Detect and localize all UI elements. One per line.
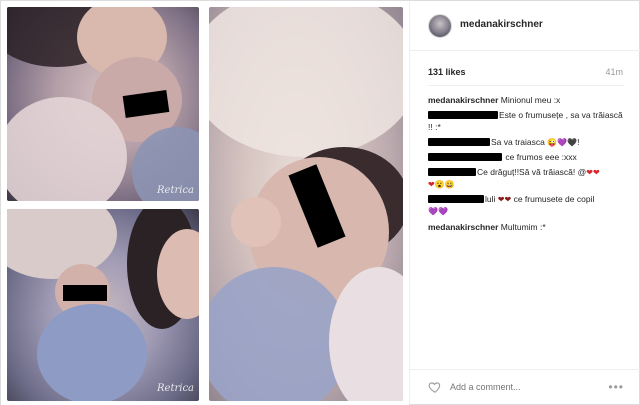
photo-collage[interactable]: Retrica Retrica	[1, 1, 409, 405]
emoji: 🖤	[567, 138, 578, 147]
comment-item: Ce drăguț!!Să vă trăiască! @❤❤ ❤😮😀	[428, 166, 628, 190]
photo-mother-and-baby-top: Retrica	[7, 7, 199, 201]
avatar[interactable]	[428, 14, 452, 38]
post-time[interactable]: 41m	[605, 67, 623, 77]
comment-item: luli ❤❤ ce frumusete de copil 💜💜	[428, 193, 628, 217]
comment-text: ce frumusete de copil	[513, 194, 595, 204]
instagram-post-window: Retrica Retrica medanakirschner 131 like…	[0, 0, 640, 405]
emoji: !	[577, 137, 580, 147]
emoji: 😜	[547, 138, 558, 147]
comment-text: Multumim :*	[500, 222, 546, 232]
comment-text: Minionul meu :x	[500, 95, 561, 105]
comment-text: Sa va traiasca	[491, 137, 545, 147]
photo-baby-closeup	[209, 7, 403, 401]
post-header: medanakirschner	[410, 1, 640, 51]
redacted-username	[428, 153, 502, 161]
redacted-username	[428, 168, 476, 176]
post-sidebar: medanakirschner 131 likes 41m medanakirs…	[409, 1, 640, 405]
emoji: ❤	[504, 195, 512, 204]
comment-item: ce frumos eee :xxx	[428, 151, 628, 163]
photo-mother-holding-baby: Retrica	[7, 209, 199, 401]
emoji: ❤	[586, 168, 593, 177]
comment-action-bar: •••	[410, 369, 640, 405]
emoji: 😮	[434, 180, 445, 189]
redacted-username	[428, 195, 484, 203]
likes-count[interactable]: 131 likes	[428, 67, 466, 77]
wall	[7, 209, 117, 279]
emoji: 💜	[428, 207, 438, 216]
emoji: ❤	[428, 180, 435, 189]
redacted-username	[428, 111, 498, 119]
comment-item: Sa va traiasca 😜💜🖤!	[428, 136, 628, 148]
baby-blanket	[37, 304, 147, 401]
comment-text: luli	[485, 194, 496, 204]
divider	[428, 85, 624, 86]
comment-text: ce frumos eee :xxx	[505, 152, 577, 162]
baby-hand	[231, 197, 281, 247]
emoji: 😀	[444, 180, 455, 189]
more-options-icon[interactable]: •••	[608, 380, 624, 394]
face-redaction	[63, 285, 107, 301]
comment-text: Ce drăguț!!Să vă trăiască! @	[477, 167, 587, 177]
comment-list: medanakirschner Minionul meu :x Este o f…	[428, 94, 628, 236]
comment-username[interactable]: medanakirschner	[428, 222, 498, 232]
emoji: ❤	[592, 168, 600, 177]
add-comment-input[interactable]	[450, 382, 600, 392]
redacted-username	[428, 138, 490, 146]
comment-item: medanakirschner Multumim :*	[428, 221, 628, 233]
heart-icon[interactable]	[428, 380, 442, 394]
background-fur	[209, 7, 403, 157]
header-username-link[interactable]: medanakirschner	[460, 19, 543, 30]
emoji: 💜	[437, 207, 448, 216]
emoji: 💜	[557, 138, 568, 147]
retrica-watermark: Retrica	[157, 185, 195, 196]
comment-username[interactable]: medanakirschner	[428, 95, 498, 105]
retrica-watermark: Retrica	[157, 383, 195, 394]
emoji: ❤	[497, 195, 505, 204]
comment-item: medanakirschner Minionul meu :x	[428, 94, 628, 106]
comment-item: Este o frumusețe , sa va trăiască !! :*	[428, 109, 628, 133]
